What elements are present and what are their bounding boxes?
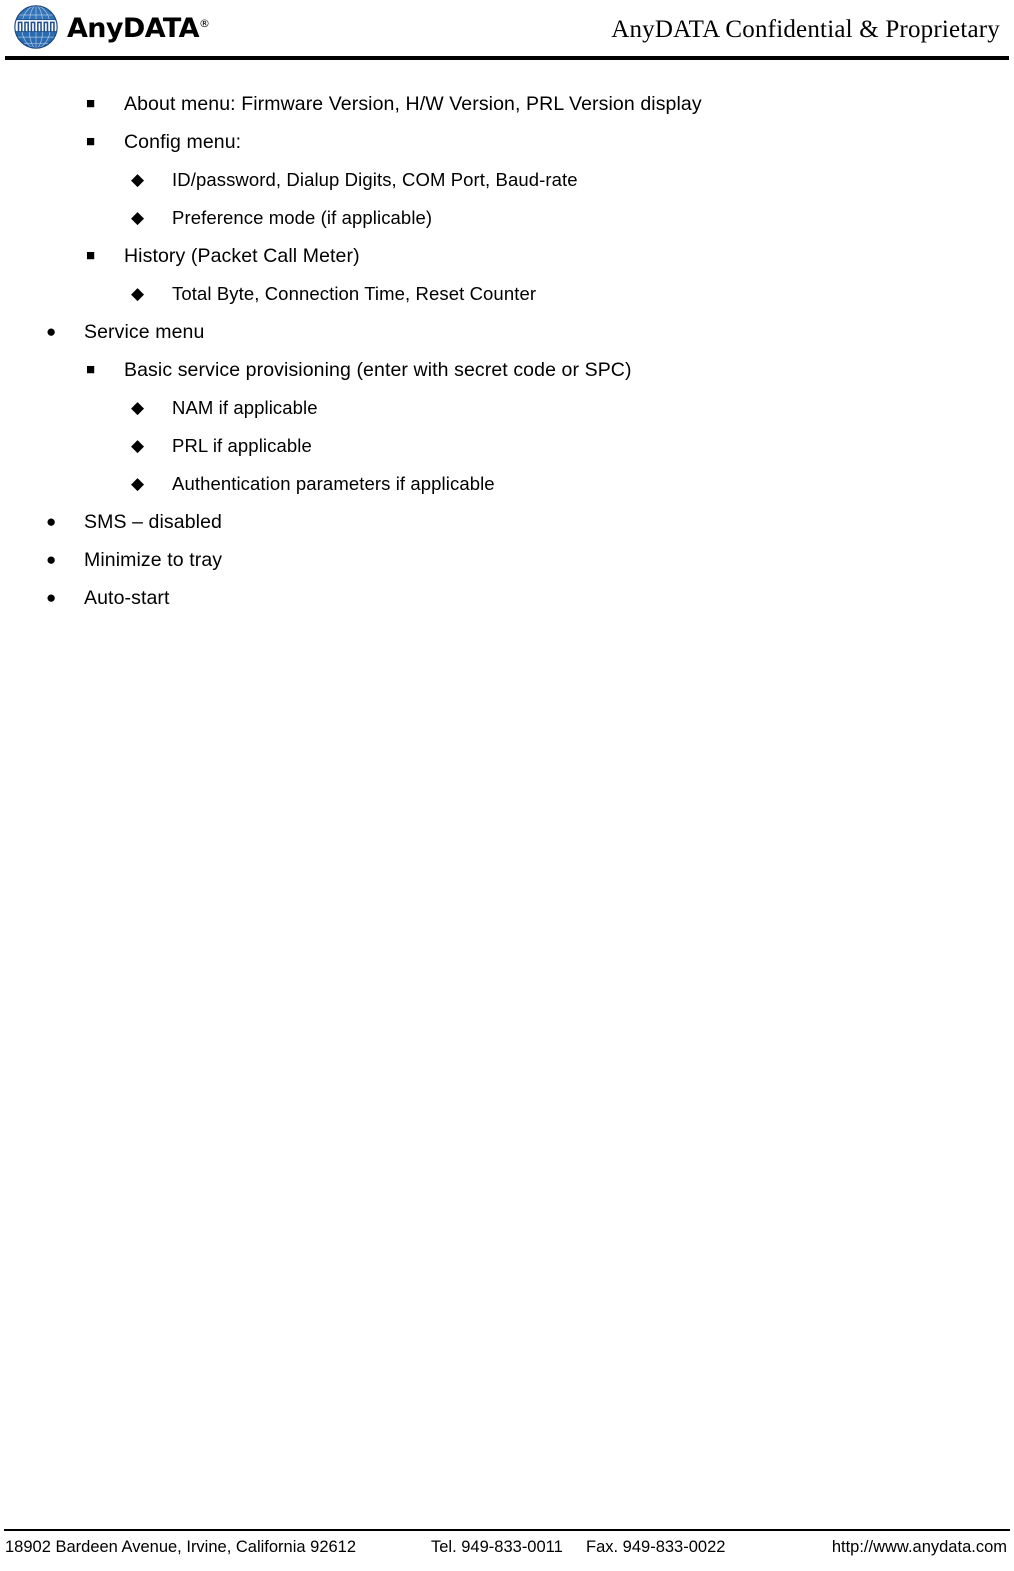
footer-address: 18902 Bardeen Avenue, Irvine, California…: [5, 1538, 357, 1556]
bullet-item: ● Service menu: [0, 321, 1014, 361]
footer-divider: [4, 1529, 1010, 1531]
bullet-item: ● Auto-start: [0, 587, 1014, 627]
bullet-item-label: SMS – disabled: [84, 511, 222, 533]
footer-telephone: Tel. 949-833-0011: [431, 1538, 563, 1556]
globe-icon: [13, 4, 59, 50]
square-bullet-icon: ■: [86, 361, 96, 378]
content-body: ■ About menu: Firmware Version, H/W Versi…: [0, 93, 1014, 627]
confidential-notice: AnyDATA Confidential & Proprietary: [611, 16, 1000, 43]
bullet-item: ◆ Total Byte, Connection Time, Reset Coun…: [0, 283, 1014, 323]
circle-bullet-icon: ●: [46, 322, 57, 341]
footer-website-url[interactable]: http://www.anydata.com: [832, 1538, 1007, 1557]
diamond-bullet-icon: ◆: [131, 398, 145, 417]
circle-bullet-icon: ●: [46, 512, 57, 531]
bullet-item-label: Config menu:: [124, 131, 242, 153]
bullet-item-label: History (Packet Call Meter): [124, 245, 360, 267]
footer-fax: Fax. 949-833-0022: [586, 1538, 726, 1556]
bullet-item-label: Auto-start: [84, 587, 170, 609]
bullet-item: ■ History (Packet Call Meter): [0, 245, 1014, 285]
brand-logo: AnyDATA®: [13, 4, 210, 50]
bullet-item: ◆ Preference mode (if applicable): [0, 207, 1014, 247]
bullet-item: ● SMS – disabled: [0, 511, 1014, 551]
diamond-bullet-icon: ◆: [131, 208, 145, 227]
diamond-bullet-icon: ◆: [131, 436, 145, 455]
bullet-item-label: Preference mode (if applicable): [172, 207, 433, 228]
diamond-bullet-icon: ◆: [131, 170, 145, 189]
bullet-item: ■ About menu: Firmware Version, H/W Versi…: [0, 93, 1014, 133]
page-footer: 18902 Bardeen Avenue, Irvine, California…: [0, 1538, 1014, 1564]
square-bullet-icon: ■: [86, 247, 96, 264]
bullet-item-label: Total Byte, Connection Time, Reset Count…: [172, 283, 537, 304]
circle-bullet-icon: ●: [46, 588, 57, 607]
bullet-item-label: About menu: Firmware Version, H/W Versio…: [124, 93, 702, 115]
bullet-item-label: PRL if applicable: [172, 435, 312, 456]
logo-wordmark: AnyDATA®: [67, 12, 210, 44]
bullet-item: ◆ NAM if applicable: [0, 397, 1014, 437]
bullet-item-label: NAM if applicable: [172, 397, 318, 418]
bullet-item: ◆ Authentication parameters if applicable: [0, 473, 1014, 513]
header-divider: [5, 56, 1009, 60]
diamond-bullet-icon: ◆: [131, 284, 145, 303]
page-header: AnyDATA® AnyDATA Confidential & Propriet…: [0, 0, 1014, 60]
bullet-item: ■ Basic service provisioning (enter with …: [0, 359, 1014, 399]
bullet-item: ■ Config menu:: [0, 131, 1014, 171]
bullet-item: ◆ PRL if applicable: [0, 435, 1014, 475]
square-bullet-icon: ■: [86, 133, 96, 150]
square-bullet-icon: ■: [86, 95, 96, 112]
bullet-item-label: Minimize to tray: [84, 549, 223, 571]
bullet-item-label: Authentication parameters if applicable: [172, 473, 495, 494]
circle-bullet-icon: ●: [46, 550, 57, 569]
logo-wordmark-text: AnyDATA: [67, 12, 200, 44]
bullet-item: ● Minimize to tray: [0, 549, 1014, 589]
bullet-item-label: Basic service provisioning (enter with s…: [124, 359, 632, 381]
bullet-item: ◆ ID/password, Dialup Digits, COM Port, B…: [0, 169, 1014, 209]
diamond-bullet-icon: ◆: [131, 474, 145, 493]
bullet-item-label: ID/password, Dialup Digits, COM Port, Ba…: [172, 169, 578, 190]
registered-trademark-icon: ®: [198, 16, 210, 30]
bullet-item-label: Service menu: [84, 321, 205, 343]
document-page: AnyDATA® AnyDATA Confidential & Propriet…: [0, 0, 1014, 1571]
